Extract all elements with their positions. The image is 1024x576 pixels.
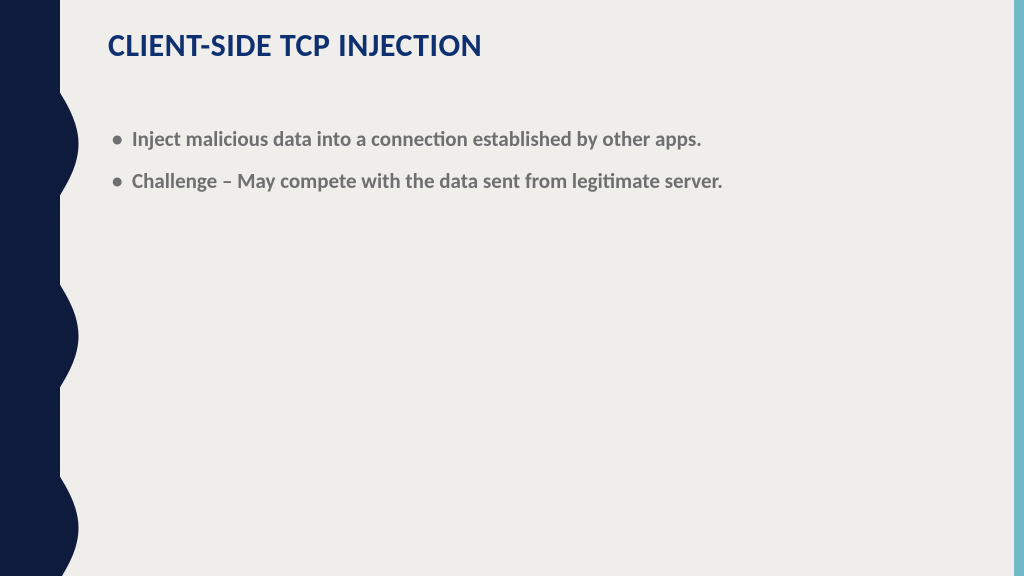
bullet-item: Inject malicious data into a connection …: [108, 125, 868, 153]
slide-content: CLIENT-SIDE TCP INJECTION Inject malicio…: [108, 26, 984, 210]
slide-title: CLIENT-SIDE TCP INJECTION: [108, 26, 984, 65]
bullet-item: Challenge – May compete with the data se…: [108, 167, 868, 195]
slide: CLIENT-SIDE TCP INJECTION Inject malicio…: [0, 0, 1024, 576]
slide-bullets: Inject malicious data into a connection …: [108, 125, 868, 196]
right-accent-stripe: [1014, 0, 1024, 576]
left-dark-band: [0, 0, 60, 576]
